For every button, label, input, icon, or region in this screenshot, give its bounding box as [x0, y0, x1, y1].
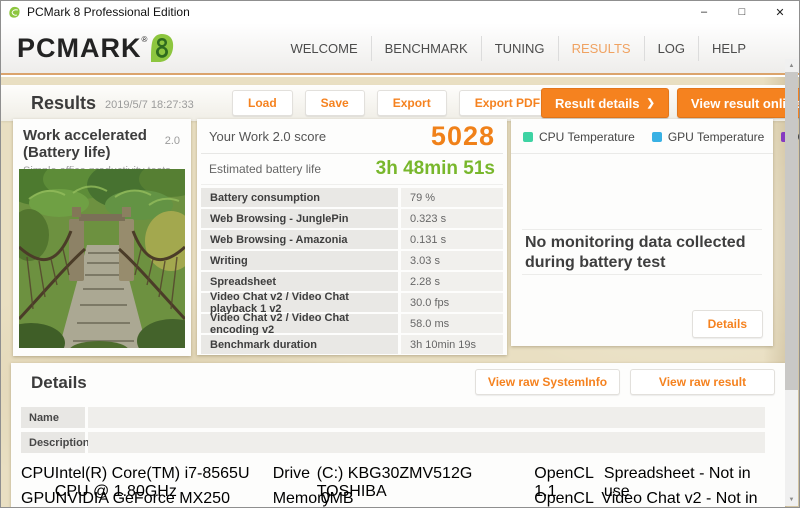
table-row: Video Chat v2 / Video Chat playback 1 v2…: [201, 293, 503, 312]
chevron-right-icon: ❯: [647, 98, 655, 109]
nav-help[interactable]: HELP: [698, 36, 759, 61]
results-toolbar: Results 2019/5/7 18:27:33 Load Save Expo…: [1, 85, 786, 121]
nav-benchmark[interactable]: BENCHMARK: [371, 36, 481, 61]
battery-life-label: Estimated battery life: [209, 162, 321, 176]
gpu-temperature-swatch: [652, 132, 662, 142]
main-nav: WELCOME BENCHMARK TUNING RESULTS LOG HEL…: [277, 36, 759, 61]
spec-row-opencl-2: OpenCL 1.1Video Chat v2 - Not in use: [534, 490, 775, 508]
content-area: Results 2019/5/7 18:27:33 Load Save Expo…: [1, 77, 799, 507]
cpu-temperature-swatch: [523, 132, 533, 142]
legend-cpu-temperature: CPU Temperature: [523, 130, 635, 144]
view-raw-systeminfo-button[interactable]: View raw SystemInfo: [475, 369, 620, 395]
spec-row-opencl-1: OpenCL 1.1Spreadsheet - Not in use: [534, 465, 775, 486]
export-button[interactable]: Export: [377, 90, 447, 116]
monitor-legend: CPU Temperature GPU Temperature CPU Cloc…: [511, 119, 773, 154]
logo-text: PCMARK: [17, 33, 142, 64]
details-panel: Details View raw SystemInfo View raw res…: [11, 363, 785, 508]
legend-gpu-temperature: GPU Temperature: [652, 130, 765, 144]
table-row: Web Browsing - Amazonia0.131 s: [201, 230, 503, 249]
maximize-icon[interactable]: □: [723, 1, 761, 23]
scrollbar-thumb[interactable]: [785, 72, 798, 390]
description-value[interactable]: [88, 432, 765, 453]
table-row: Battery consumption79 %: [201, 188, 503, 207]
load-button[interactable]: Load: [232, 90, 293, 116]
table-row: Video Chat v2 / Video Chat encoding v258…: [201, 314, 503, 333]
spec-row-drive: Drive(C:) KBG30ZMV512G TOSHIBA: [273, 465, 528, 486]
scroll-down-icon[interactable]: ▼: [785, 493, 798, 506]
bridge-photo: [19, 169, 185, 348]
window-title: PCMark 8 Professional Edition: [27, 5, 190, 19]
battery-life-value: 3h 48min 51s: [376, 158, 495, 180]
no-monitoring-data-message: No monitoring data collected during batt…: [525, 233, 777, 273]
close-icon[interactable]: ✕: [761, 1, 799, 23]
view-result-online-button[interactable]: View result online ❯: [677, 88, 800, 118]
nav-results[interactable]: RESULTS: [558, 36, 644, 61]
score-table: Battery consumption79 % Web Browsing - J…: [201, 188, 503, 354]
chart-gridline: [522, 229, 762, 230]
test-card: 2.0 Work accelerated (Battery life) Simp…: [13, 119, 191, 356]
result-timestamp: 2019/5/7 18:27:33: [105, 99, 194, 111]
table-row: Spreadsheet2.28 s: [201, 272, 503, 291]
name-value[interactable]: [88, 407, 765, 428]
score-label: Your Work 2.0 score: [209, 129, 326, 144]
table-row: Benchmark duration3h 10min 19s: [201, 335, 503, 354]
app-icon: [8, 6, 21, 19]
monitoring-card: CPU Temperature GPU Temperature CPU Cloc…: [511, 119, 773, 346]
registered-mark: ®: [142, 35, 148, 44]
test-title-line2: (Battery life): [21, 144, 183, 161]
titlebar: PCMark 8 Professional Edition – □ ✕: [1, 1, 799, 23]
minimize-icon[interactable]: –: [685, 1, 723, 23]
description-field-row: Description: [21, 432, 765, 453]
spec-row-gpu1: GPUNVIDIA GeForce MX250 (25.21.14.1735): [21, 490, 266, 508]
nav-log[interactable]: LOG: [644, 36, 698, 61]
scroll-up-icon[interactable]: ▲: [785, 59, 798, 72]
vertical-scrollbar[interactable]: ▲ ▼: [785, 59, 798, 506]
view-raw-result-button[interactable]: View raw result: [630, 369, 775, 395]
results-title: Results: [31, 93, 96, 114]
name-label: Name: [21, 407, 85, 428]
system-specs: CPUIntel(R) Core(TM) i7-8565U CPU @ 1.80…: [21, 465, 775, 508]
table-row: Writing3.03 s: [201, 251, 503, 270]
logo-eight-leaf-icon: [149, 33, 175, 63]
spec-row-memory: Memory0MB: [273, 490, 528, 508]
test-version: 2.0: [165, 135, 180, 147]
chart-gridline: [522, 274, 762, 275]
monitor-details-button[interactable]: Details: [692, 310, 763, 338]
test-title-line1: Work accelerated: [21, 127, 183, 144]
spec-row-cpu: CPUIntel(R) Core(TM) i7-8565U CPU @ 1.80…: [21, 465, 266, 486]
nav-welcome[interactable]: WELCOME: [277, 36, 370, 61]
score-value: 5028: [431, 121, 495, 152]
save-button[interactable]: Save: [305, 90, 365, 116]
table-row: Web Browsing - JunglePin0.323 s: [201, 209, 503, 228]
app-window: PCMark 8 Professional Edition – □ ✕ PCMA…: [0, 0, 800, 508]
score-card: Your Work 2.0 score 5028 Estimated batte…: [197, 119, 507, 355]
description-label: Description: [21, 432, 85, 453]
pcmark-logo: PCMARK ®: [17, 33, 175, 64]
result-details-button[interactable]: Result details ❯: [541, 88, 669, 118]
nav-tuning[interactable]: TUNING: [481, 36, 558, 61]
navbar: PCMARK ® WELCOME BENCHMARK TUNING RESULT…: [1, 23, 799, 75]
name-field-row: Name: [21, 407, 765, 428]
